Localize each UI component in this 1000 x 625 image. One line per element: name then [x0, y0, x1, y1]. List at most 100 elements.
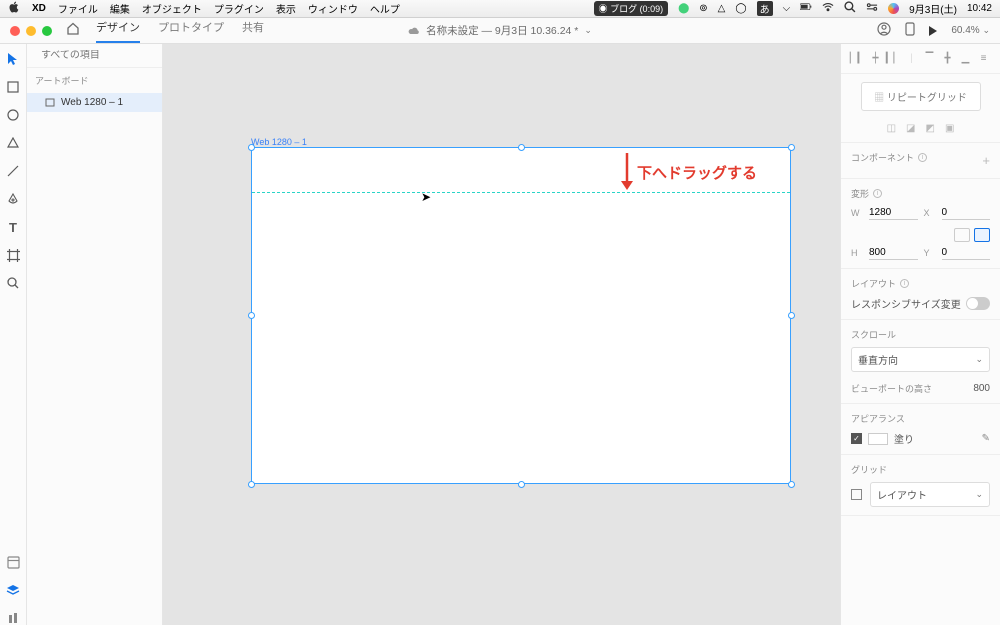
- profile-icon[interactable]: [877, 22, 891, 39]
- app-name[interactable]: XD: [32, 3, 46, 14]
- blog-timer[interactable]: ◉ ブログ (0:09): [594, 1, 669, 16]
- layer-item[interactable]: Web 1280 – 1: [27, 93, 162, 112]
- resize-handle[interactable]: [248, 312, 255, 319]
- distribute-icon[interactable]: ≡: [977, 52, 990, 65]
- tab-prototype[interactable]: プロトタイプ: [158, 19, 224, 43]
- y-input[interactable]: [942, 246, 991, 260]
- chevron-down-icon[interactable]: ⌄: [584, 25, 592, 36]
- menu-window[interactable]: ウィンドウ: [308, 1, 358, 16]
- eyedropper-icon[interactable]: ✎: [982, 433, 990, 444]
- info-icon[interactable]: i: [918, 153, 927, 162]
- menu-plugin[interactable]: プラグイン: [214, 1, 264, 16]
- grid-select[interactable]: レイアウト⌄: [870, 482, 990, 507]
- close-window[interactable]: [10, 26, 20, 36]
- cloud-icon[interactable]: ⊚: [699, 3, 707, 14]
- menu-help[interactable]: ヘルプ: [370, 1, 400, 16]
- text-tool[interactable]: T: [6, 220, 20, 234]
- polygon-tool[interactable]: [6, 136, 20, 150]
- rectangle-tool[interactable]: [6, 80, 20, 94]
- height-input[interactable]: [869, 246, 918, 260]
- op-subtract-icon[interactable]: ◪: [906, 123, 915, 134]
- search-icon[interactable]: [844, 1, 856, 16]
- grid-checkbox[interactable]: [851, 489, 862, 500]
- width-input[interactable]: [869, 206, 918, 220]
- battery-icon[interactable]: [800, 1, 812, 16]
- portrait-icon[interactable]: [954, 228, 970, 242]
- menubar-date[interactable]: 9月3日(土): [909, 1, 957, 16]
- align-divider: |: [905, 52, 918, 65]
- x-input[interactable]: [942, 206, 991, 220]
- zoom-level[interactable]: 60.4% ⌄: [951, 25, 990, 36]
- play-button[interactable]: [929, 26, 937, 36]
- circle-icon[interactable]: ◯: [735, 3, 746, 14]
- libraries-icon[interactable]: [6, 555, 20, 569]
- responsive-toggle[interactable]: [966, 297, 990, 310]
- apple-icon[interactable]: [8, 1, 20, 16]
- canvas[interactable]: Web 1280 – 1 ➤ 下へドラッグする: [163, 44, 840, 625]
- tab-share[interactable]: 共有: [242, 19, 264, 43]
- properties-panel: ▏▎ ┿ ▎▏ | ▔ ╋ ▁ ≡ ▦ リピートグリッド ◫ ◪ ◩ ▣ コンポ…: [840, 44, 1000, 625]
- layers-icon[interactable]: [6, 583, 20, 597]
- status-icon[interactable]: ⬤: [678, 3, 689, 14]
- resize-handle[interactable]: [518, 144, 525, 151]
- zoom-tool[interactable]: [6, 276, 20, 290]
- bluetooth-icon[interactable]: ⌵: [783, 3, 791, 14]
- op-exclude-icon[interactable]: ▣: [945, 123, 954, 134]
- align-hcenter-icon[interactable]: ┿: [869, 52, 882, 65]
- wifi-icon[interactable]: [822, 1, 834, 16]
- menubar-time[interactable]: 10:42: [967, 3, 992, 14]
- align-right-icon[interactable]: ▎▏: [887, 52, 900, 65]
- fill-checkbox[interactable]: ✓: [851, 433, 862, 444]
- control-center-icon[interactable]: [866, 1, 878, 16]
- resize-handle[interactable]: [248, 481, 255, 488]
- info-icon[interactable]: i: [873, 189, 882, 198]
- artboard-icon: [45, 98, 55, 107]
- artboard-label[interactable]: Web 1280 – 1: [251, 137, 307, 147]
- align-vcenter-icon[interactable]: ╋: [941, 52, 954, 65]
- mobile-preview-icon[interactable]: [905, 22, 915, 39]
- ime-indicator[interactable]: あ: [757, 1, 773, 16]
- artboard-tool[interactable]: [6, 248, 20, 262]
- y-label: Y: [924, 248, 936, 258]
- home-icon[interactable]: [66, 22, 80, 40]
- pen-tool[interactable]: [6, 192, 20, 206]
- menu-file[interactable]: ファイル: [58, 1, 98, 16]
- resize-handle[interactable]: [518, 481, 525, 488]
- layer-search[interactable]: ⌄: [27, 44, 162, 68]
- menu-object[interactable]: オブジェクト: [142, 1, 202, 16]
- window-header: デザイン プロトタイプ 共有 名称未設定 — 9月3日 10.36.24 * ⌄…: [0, 18, 1000, 44]
- maximize-window[interactable]: [42, 26, 52, 36]
- triangle-icon[interactable]: △: [718, 3, 726, 14]
- align-top-icon[interactable]: ▔: [923, 52, 936, 65]
- align-left-icon[interactable]: ▏▎: [851, 52, 864, 65]
- transform-label: 変形: [851, 187, 869, 200]
- op-intersect-icon[interactable]: ◩: [926, 123, 935, 134]
- op-add-icon[interactable]: ◫: [887, 123, 896, 134]
- line-tool[interactable]: [6, 164, 20, 178]
- viewport-height-value[interactable]: 800: [973, 383, 990, 394]
- menu-view[interactable]: 表示: [276, 1, 296, 16]
- scroll-select[interactable]: 垂直方向⌄: [851, 347, 990, 372]
- resize-handle[interactable]: [248, 144, 255, 151]
- siri-icon[interactable]: [888, 3, 899, 14]
- resize-handle[interactable]: [788, 144, 795, 151]
- minimize-window[interactable]: [26, 26, 36, 36]
- search-input[interactable]: [41, 50, 173, 61]
- appearance-label: アピアランス: [851, 412, 905, 425]
- fill-swatch[interactable]: [868, 433, 888, 445]
- landscape-icon[interactable]: [974, 228, 990, 242]
- info-icon[interactable]: i: [900, 279, 909, 288]
- select-tool[interactable]: [6, 52, 20, 66]
- align-bottom-icon[interactable]: ▁: [959, 52, 972, 65]
- resize-handle[interactable]: [788, 312, 795, 319]
- ellipse-tool[interactable]: [6, 108, 20, 122]
- artboard[interactable]: [251, 147, 791, 484]
- menu-edit[interactable]: 編集: [110, 1, 130, 16]
- viewport-line[interactable]: [252, 192, 790, 193]
- tab-design[interactable]: デザイン: [96, 19, 140, 43]
- h-label: H: [851, 248, 863, 258]
- plugins-icon[interactable]: [6, 611, 20, 625]
- resize-handle[interactable]: [788, 481, 795, 488]
- add-component-icon[interactable]: +: [982, 153, 990, 168]
- repeat-grid-button[interactable]: ▦ リピートグリッド: [861, 82, 981, 111]
